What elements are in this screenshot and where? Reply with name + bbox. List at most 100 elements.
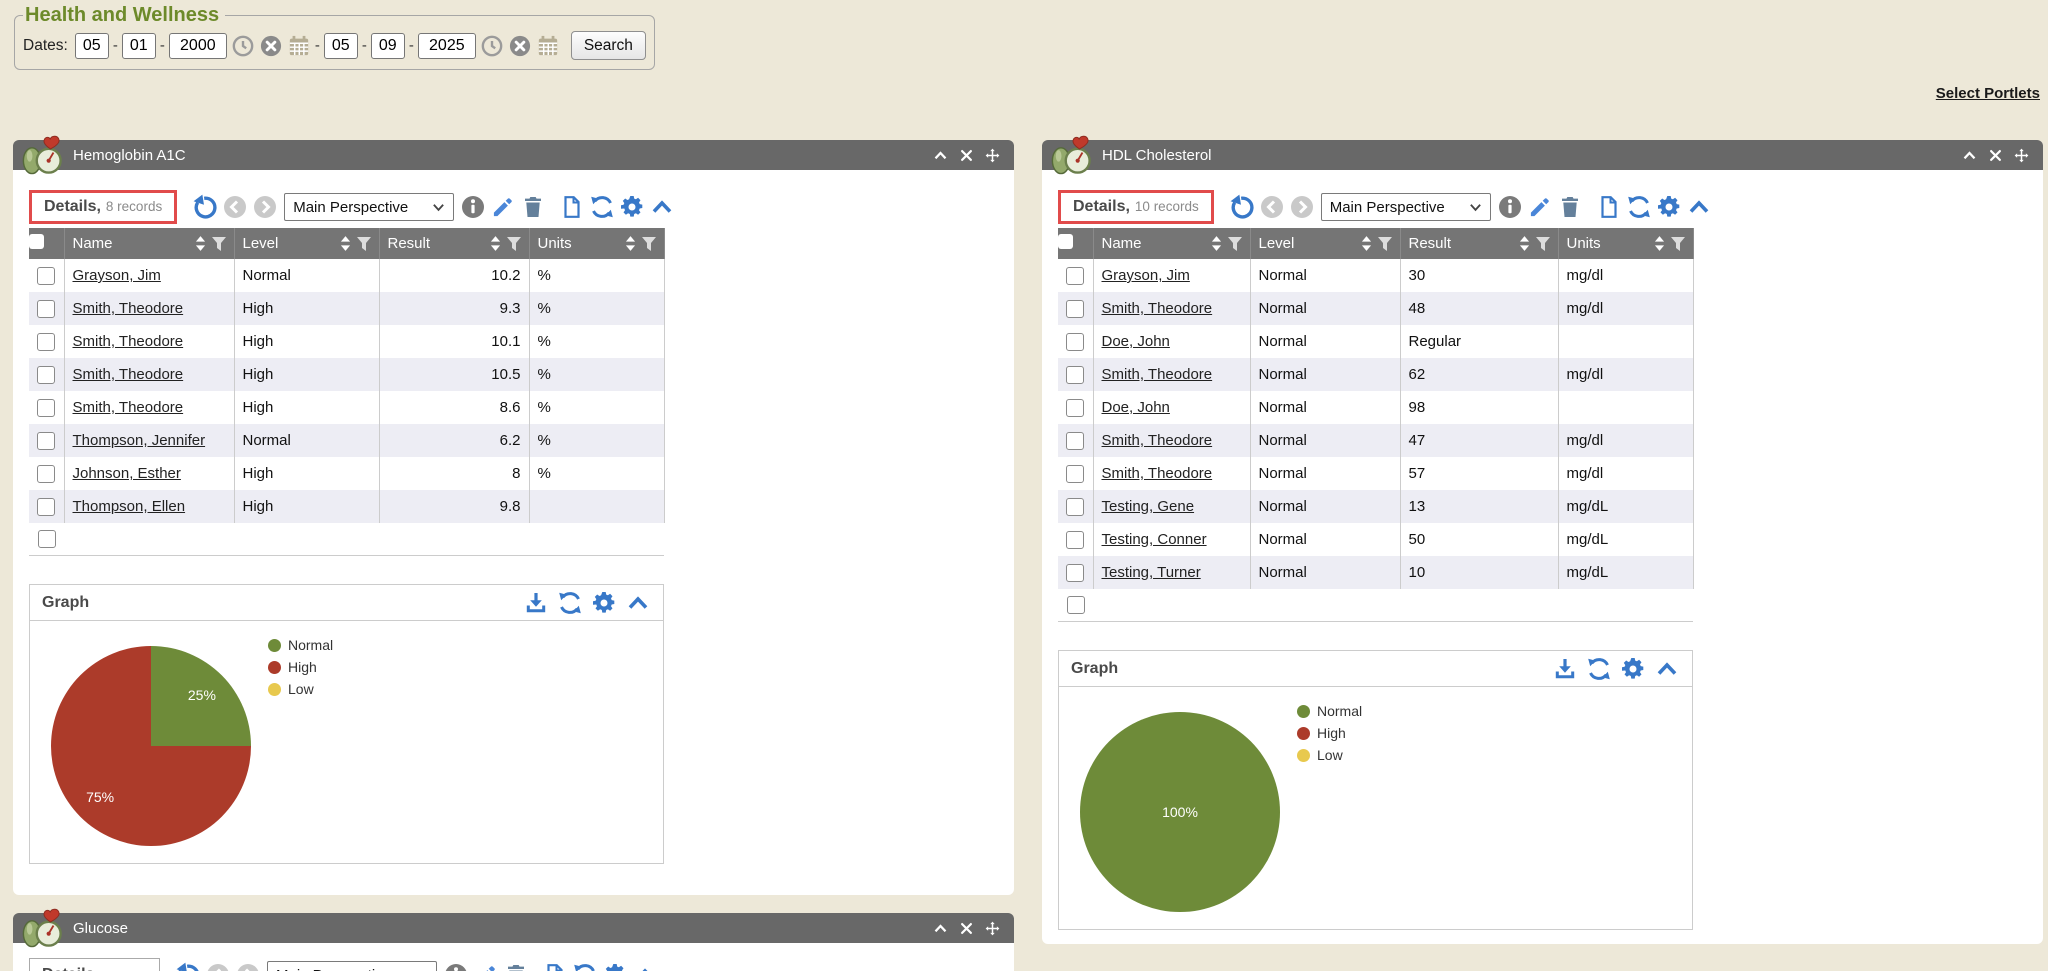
- patient-link[interactable]: Smith, Theodore: [73, 366, 184, 383]
- collapse-icon[interactable]: [1962, 148, 1977, 163]
- table-row[interactable]: Smith, TheodoreHigh9.3%: [29, 292, 664, 325]
- info-icon[interactable]: [444, 963, 468, 971]
- row-checkbox[interactable]: [37, 432, 55, 450]
- filter-icon[interactable]: [1671, 237, 1685, 251]
- clock-icon[interactable]: [481, 35, 503, 57]
- table-row[interactable]: Testing, GeneNormal13mg/dL: [1058, 490, 1693, 523]
- refresh-icon[interactable]: [558, 591, 582, 615]
- table-row[interactable]: Smith, TheodoreNormal48mg/dl: [1058, 292, 1693, 325]
- edit-icon[interactable]: [1528, 195, 1552, 219]
- collapse-section-icon[interactable]: [1687, 195, 1711, 219]
- refresh-icon[interactable]: [1587, 657, 1611, 681]
- patient-link[interactable]: Smith, Theodore: [73, 333, 184, 350]
- move-icon[interactable]: [985, 921, 1000, 936]
- table-row[interactable]: Testing, ConnerNormal50mg/dL: [1058, 523, 1693, 556]
- sort-icon[interactable]: [340, 236, 351, 251]
- patient-link[interactable]: Smith, Theodore: [73, 399, 184, 416]
- table-row[interactable]: Smith, TheodoreNormal47mg/dl: [1058, 424, 1693, 457]
- table-row[interactable]: Smith, TheodoreHigh10.5%: [29, 358, 664, 391]
- perspective-select[interactable]: Main Perspective: [284, 193, 454, 221]
- portlet-titlebar[interactable]: Glucose: [13, 913, 1014, 943]
- perspective-select[interactable]: Main Perspective: [1321, 193, 1491, 221]
- row-checkbox[interactable]: [1066, 366, 1084, 384]
- sort-icon[interactable]: [195, 236, 206, 251]
- row-checkbox[interactable]: [37, 399, 55, 417]
- filter-icon[interactable]: [1228, 237, 1242, 251]
- move-icon[interactable]: [2014, 148, 2029, 163]
- back-icon[interactable]: [1260, 195, 1284, 219]
- from-month-input[interactable]: [75, 33, 109, 59]
- table-row[interactable]: Grayson, JimNormal30mg/dl: [1058, 259, 1693, 292]
- undo-icon[interactable]: [173, 962, 200, 971]
- patient-link[interactable]: Smith, Theodore: [1102, 300, 1213, 317]
- search-button[interactable]: Search: [571, 31, 646, 60]
- edit-icon[interactable]: [474, 963, 498, 971]
- sort-icon[interactable]: [490, 236, 501, 251]
- select-portlets-link[interactable]: Select Portlets: [1936, 85, 2040, 102]
- settings-icon[interactable]: [592, 591, 616, 615]
- from-year-input[interactable]: [169, 33, 227, 59]
- forward-icon[interactable]: [253, 195, 277, 219]
- filter-icon[interactable]: [1536, 237, 1550, 251]
- patient-link[interactable]: Johnson, Esther: [73, 465, 181, 482]
- back-icon[interactable]: [206, 963, 230, 971]
- select-all-checkbox[interactable]: [1058, 234, 1073, 249]
- patient-link[interactable]: Thompson, Ellen: [73, 498, 186, 515]
- forward-icon[interactable]: [1290, 195, 1314, 219]
- clock-icon[interactable]: [232, 35, 254, 57]
- row-checkbox[interactable]: [1066, 333, 1084, 351]
- table-row[interactable]: Smith, TheodoreHigh8.6%: [29, 391, 664, 424]
- sort-icon[interactable]: [1654, 236, 1665, 251]
- delete-icon[interactable]: [1558, 195, 1582, 219]
- info-icon[interactable]: [1498, 195, 1522, 219]
- perspective-select[interactable]: Main Perspective: [267, 961, 437, 971]
- table-row[interactable]: Testing, TurnerNormal10mg/dL: [1058, 556, 1693, 589]
- info-icon[interactable]: [461, 195, 485, 219]
- table-row[interactable]: Thompson, JenniferNormal6.2%: [29, 424, 664, 457]
- row-checkbox[interactable]: [1066, 432, 1084, 450]
- close-icon[interactable]: [959, 921, 974, 936]
- row-checkbox[interactable]: [37, 300, 55, 318]
- from-day-input[interactable]: [122, 33, 156, 59]
- delete-icon[interactable]: [521, 195, 545, 219]
- row-checkbox[interactable]: [1066, 465, 1084, 483]
- filter-icon[interactable]: [642, 237, 656, 251]
- patient-link[interactable]: Thompson, Jennifer: [73, 432, 206, 449]
- patient-link[interactable]: Testing, Gene: [1102, 498, 1195, 515]
- filter-icon[interactable]: [1378, 237, 1392, 251]
- patient-link[interactable]: Testing, Conner: [1102, 531, 1207, 548]
- calendar-icon[interactable]: [288, 35, 310, 57]
- sort-icon[interactable]: [1361, 236, 1372, 251]
- sort-icon[interactable]: [625, 236, 636, 251]
- patient-link[interactable]: Smith, Theodore: [1102, 366, 1213, 383]
- row-checkbox[interactable]: [1066, 399, 1084, 417]
- clear-icon[interactable]: [260, 35, 282, 57]
- row-checkbox[interactable]: [1066, 300, 1084, 318]
- refresh-icon[interactable]: [1627, 195, 1651, 219]
- settings-icon[interactable]: [1621, 657, 1645, 681]
- collapse-section-icon[interactable]: [1655, 657, 1679, 681]
- undo-icon[interactable]: [190, 194, 217, 221]
- move-icon[interactable]: [985, 148, 1000, 163]
- patient-link[interactable]: Smith, Theodore: [1102, 432, 1213, 449]
- table-row[interactable]: Thompson, EllenHigh9.8: [29, 490, 664, 523]
- settings-icon[interactable]: [1657, 195, 1681, 219]
- collapse-section-icon[interactable]: [633, 963, 657, 971]
- close-icon[interactable]: [959, 148, 974, 163]
- settings-icon[interactable]: [620, 195, 644, 219]
- table-row[interactable]: Johnson, EstherHigh8%: [29, 457, 664, 490]
- refresh-icon[interactable]: [573, 963, 597, 971]
- table-row[interactable]: Smith, TheodoreNormal57mg/dl: [1058, 457, 1693, 490]
- refresh-icon[interactable]: [590, 195, 614, 219]
- download-icon[interactable]: [1553, 657, 1577, 681]
- portlet-titlebar[interactable]: HDL Cholesterol: [1042, 140, 2043, 170]
- row-checkbox[interactable]: [1066, 267, 1084, 285]
- row-checkbox[interactable]: [37, 465, 55, 483]
- sort-icon[interactable]: [1211, 236, 1222, 251]
- row-checkbox[interactable]: [37, 267, 55, 285]
- back-icon[interactable]: [223, 195, 247, 219]
- collapse-section-icon[interactable]: [650, 195, 674, 219]
- row-checkbox[interactable]: [1066, 498, 1084, 516]
- new-record-icon[interactable]: [543, 963, 567, 971]
- patient-link[interactable]: Smith, Theodore: [73, 300, 184, 317]
